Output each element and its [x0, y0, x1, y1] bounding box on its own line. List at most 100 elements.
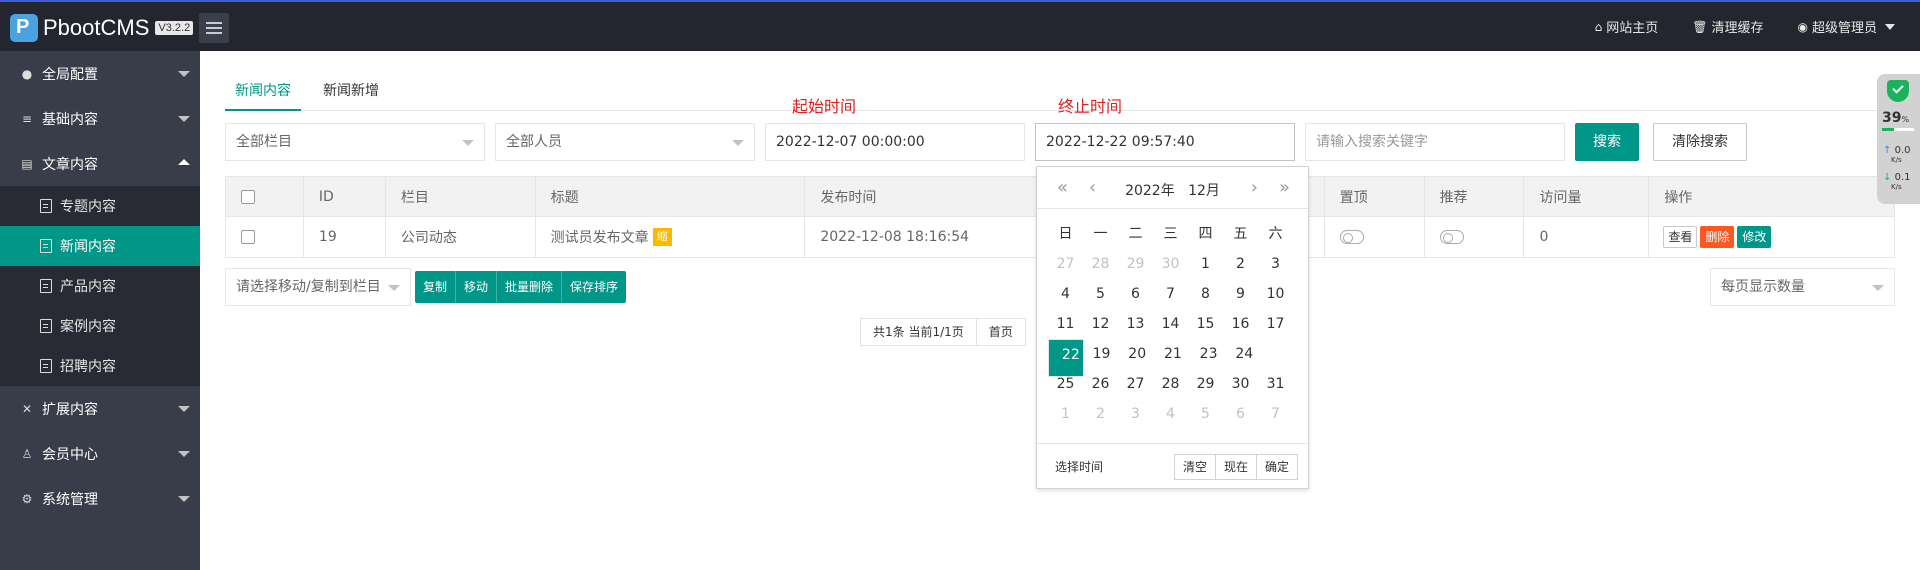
column-select-value: 全部栏目 — [236, 134, 292, 150]
search-button[interactable]: 搜索 — [1575, 123, 1639, 161]
sidebar-sub-item-topic[interactable]: 专题内容 — [0, 186, 200, 226]
day-cell[interactable]: 4 — [1048, 279, 1083, 309]
day-cell[interactable]: 6 — [1223, 399, 1258, 429]
day-cell[interactable]: 24 — [1226, 339, 1262, 369]
day-cell[interactable]: 2 — [1223, 249, 1258, 279]
day-cell[interactable]: 3 — [1118, 399, 1153, 429]
batch-delete-button[interactable]: 批量删除 — [497, 271, 563, 303]
tab-news-list[interactable]: 新闻内容 — [225, 71, 301, 111]
day-cell[interactable]: 1 — [1048, 399, 1083, 429]
day-cell[interactable]: 23 — [1191, 339, 1227, 369]
save-order-button[interactable]: 保存排序 — [562, 271, 627, 303]
next-month-icon[interactable]: › — [1251, 177, 1258, 198]
per-page-select[interactable]: 每页显示数量 — [1710, 268, 1895, 306]
sidebar-sub-item-job[interactable]: 招聘内容 — [0, 346, 200, 386]
chevron-down-icon — [178, 116, 190, 122]
logo[interactable]: P PbootCMS V3.2.2 — [10, 14, 194, 42]
select-time-button[interactable]: 选择时间 — [1055, 458, 1103, 475]
sub-item-label: 招聘内容 — [60, 359, 116, 375]
sidebar-sub-item-case[interactable]: 案例内容 — [0, 306, 200, 346]
day-cell[interactable]: 7 — [1258, 399, 1293, 429]
day-cell[interactable]: 1 — [1188, 249, 1223, 279]
column-select[interactable]: 全部栏目 — [225, 123, 485, 161]
sidebar-item-article[interactable]: ▤ 文章内容 — [0, 141, 200, 186]
clear-search-button[interactable]: 清除搜索 — [1653, 123, 1747, 161]
day-cell[interactable]: 28 — [1083, 249, 1118, 279]
day-cell[interactable]: 8 — [1188, 279, 1223, 309]
row-checkbox[interactable] — [241, 230, 255, 244]
day-cell[interactable]: 6 — [1118, 279, 1153, 309]
network-speed-widget[interactable]: 39% ↑ 0.0 K/s ↓ 0.1 K/s — [1877, 74, 1920, 204]
sidebar-item-system[interactable]: ⚙ 系统管理 — [0, 476, 200, 521]
person-select[interactable]: 全部人员 — [495, 123, 755, 161]
day-cell[interactable]: 17 — [1258, 309, 1293, 339]
day-cell[interactable]: 5 — [1188, 399, 1223, 429]
sidebar-item-global[interactable]: ● 全局配置 — [0, 51, 200, 96]
day-cell[interactable]: 19 — [1084, 339, 1120, 369]
day-cell[interactable]: 31 — [1258, 369, 1293, 399]
now-button[interactable]: 现在 — [1214, 454, 1257, 480]
sidebar-sub-item-product[interactable]: 产品内容 — [0, 266, 200, 306]
clear-date-button[interactable]: 清空 — [1173, 454, 1216, 480]
start-time-input[interactable]: 2022-12-07 00:00:00 — [765, 123, 1025, 161]
next-year-icon[interactable]: » — [1279, 177, 1290, 198]
day-cell[interactable]: 5 — [1083, 279, 1118, 309]
tab-news-add[interactable]: 新闻新增 — [313, 71, 389, 111]
day-cell[interactable]: 15 — [1188, 309, 1223, 339]
cell-title-text[interactable]: 测试员发布文章 — [551, 227, 649, 247]
day-cell[interactable]: 3 — [1258, 249, 1293, 279]
delete-button[interactable]: 删除 — [1700, 226, 1735, 248]
sidebar-sub-item-news[interactable]: 新闻内容 — [0, 226, 200, 266]
move-copy-column-select[interactable]: 请选择移动/复制到栏目 — [225, 268, 411, 306]
day-cell[interactable]: 14 — [1153, 309, 1188, 339]
day-cell[interactable]: 11 — [1048, 309, 1083, 339]
week-row: 27 28 29 30 1 2 3 — [1048, 249, 1293, 279]
day-cell[interactable]: 10 — [1258, 279, 1293, 309]
document-icon — [40, 359, 52, 373]
sidebar-item-member[interactable]: ♙ 会员中心 — [0, 431, 200, 476]
day-cell[interactable]: 4 — [1153, 399, 1188, 429]
site-home-link[interactable]: ⌂ 网站主页 — [1595, 17, 1659, 37]
day-cell[interactable]: 7 — [1153, 279, 1188, 309]
day-cell[interactable]: 27 — [1048, 249, 1083, 279]
pager-first[interactable]: 首页 — [975, 318, 1026, 346]
weekday-label: 日 — [1058, 226, 1073, 242]
sidebar-item-extend[interactable]: ✕ 扩展内容 — [0, 386, 200, 431]
day-cell[interactable]: 30 — [1223, 369, 1258, 399]
day-cell[interactable]: 20 — [1119, 339, 1155, 369]
keyword-input[interactable]: 请输入搜索关键字 — [1305, 123, 1565, 161]
day-cell-selected[interactable]: 22 — [1048, 339, 1084, 377]
day-cell[interactable]: 2 — [1083, 399, 1118, 429]
view-button[interactable]: 查看 — [1663, 226, 1698, 248]
user-menu[interactable]: ◉ 超级管理员 — [1798, 17, 1895, 36]
edit-button[interactable]: 修改 — [1737, 226, 1772, 248]
day-cell[interactable]: 9 — [1223, 279, 1258, 309]
confirm-button[interactable]: 确定 — [1255, 454, 1298, 480]
top-toggle[interactable] — [1339, 230, 1364, 244]
month-label[interactable]: 12月 — [1188, 183, 1220, 199]
day-cell[interactable]: 21 — [1155, 339, 1191, 369]
day-cell[interactable]: 30 — [1153, 249, 1188, 279]
day-cell[interactable]: 29 — [1118, 249, 1153, 279]
day-cell[interactable]: 27 — [1118, 369, 1153, 399]
weekday-label: 三 — [1163, 226, 1178, 242]
upload-value: 0.0 — [1894, 145, 1911, 156]
day-cell[interactable]: 12 — [1083, 309, 1118, 339]
day-cell[interactable]: 16 — [1223, 309, 1258, 339]
move-button[interactable]: 移动 — [456, 271, 498, 303]
copy-button[interactable]: 复制 — [415, 271, 457, 303]
weekday-label: 五 — [1233, 226, 1248, 242]
header-title: 标题 — [536, 177, 806, 216]
day-cell[interactable]: 28 — [1153, 369, 1188, 399]
select-all-checkbox[interactable] — [241, 189, 255, 204]
sliders-icon: ≡ — [21, 111, 33, 126]
menu-toggle-button[interactable] — [199, 13, 229, 43]
clear-cache-link[interactable]: 🗑 清理缓存 — [1692, 17, 1763, 37]
sidebar-item-basic[interactable]: ≡ 基础内容 — [0, 96, 200, 141]
day-cell[interactable]: 29 — [1188, 369, 1223, 399]
day-cell[interactable]: 26 — [1083, 369, 1118, 399]
day-cell[interactable]: 13 — [1118, 309, 1153, 339]
year-label[interactable]: 2022年 — [1125, 183, 1175, 199]
end-time-input[interactable]: 2022-12-22 09:57:40 — [1035, 123, 1295, 161]
recommend-toggle[interactable] — [1439, 230, 1464, 244]
